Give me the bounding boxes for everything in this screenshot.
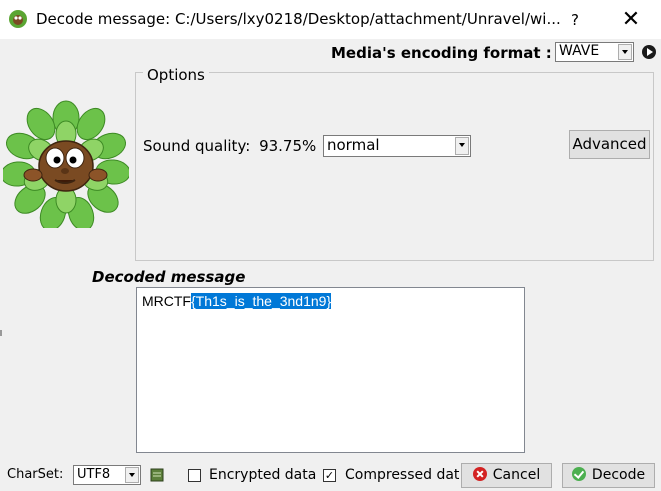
- resize-grip[interactable]: [0, 330, 2, 336]
- chevron-down-icon[interactable]: [455, 137, 469, 155]
- app-icon: [9, 10, 27, 28]
- charset-select[interactable]: UTF8: [73, 465, 141, 485]
- options-group-title: Options: [143, 66, 209, 84]
- quality-select-value: normal: [327, 136, 380, 154]
- play-icon[interactable]: [642, 45, 656, 59]
- decode-button[interactable]: Decode: [562, 463, 655, 488]
- close-button[interactable]: ✕: [614, 5, 648, 35]
- decoded-message-plain: MRCTF: [142, 293, 191, 309]
- cancel-button-label: Cancel: [492, 467, 541, 483]
- charset-label: CharSet:: [7, 467, 64, 482]
- decode-button-label: Decode: [591, 467, 646, 483]
- decoded-message-text: MRCTF{Th1s_is_the_3nd1n9}: [142, 293, 332, 309]
- sound-quality-label: Sound quality: 93.75%: [143, 137, 316, 155]
- chevron-down-icon[interactable]: [618, 44, 632, 60]
- decoded-message-selection: {Th1s_is_the_3nd1n9}: [191, 293, 332, 309]
- help-button[interactable]: ?: [560, 7, 590, 33]
- decoded-message-textarea[interactable]: MRCTF{Th1s_is_the_3nd1n9}: [136, 287, 525, 453]
- encrypted-data-checkbox[interactable]: [188, 469, 201, 482]
- book-icon[interactable]: [149, 467, 165, 483]
- media-format-value: WAVE: [559, 43, 600, 59]
- window-title: Decode message: C:/Users/lxy0218/Desktop…: [36, 10, 561, 28]
- compressed-data-checkbox[interactable]: ✓: [323, 469, 336, 482]
- quality-select[interactable]: normal: [323, 135, 471, 157]
- media-format-label: Media's encoding format :: [331, 44, 552, 62]
- advanced-button[interactable]: Advanced: [569, 130, 650, 159]
- options-group: [135, 72, 654, 261]
- steghide-mascot-image: [3, 100, 129, 228]
- media-format-select[interactable]: WAVE: [555, 42, 634, 62]
- sound-quality-text: Sound quality:: [143, 137, 251, 155]
- compressed-data-label[interactable]: Compressed dat: [345, 467, 459, 483]
- encrypted-data-label[interactable]: Encrypted data: [209, 467, 316, 483]
- cancel-icon: [472, 467, 487, 481]
- charset-select-value: UTF8: [77, 467, 111, 482]
- cancel-button[interactable]: Cancel: [461, 463, 552, 488]
- chevron-down-icon[interactable]: [125, 467, 139, 483]
- decoded-message-heading: Decoded message: [92, 268, 246, 286]
- sound-quality-value: 93.75%: [259, 137, 317, 155]
- checkmark-icon: [571, 467, 586, 481]
